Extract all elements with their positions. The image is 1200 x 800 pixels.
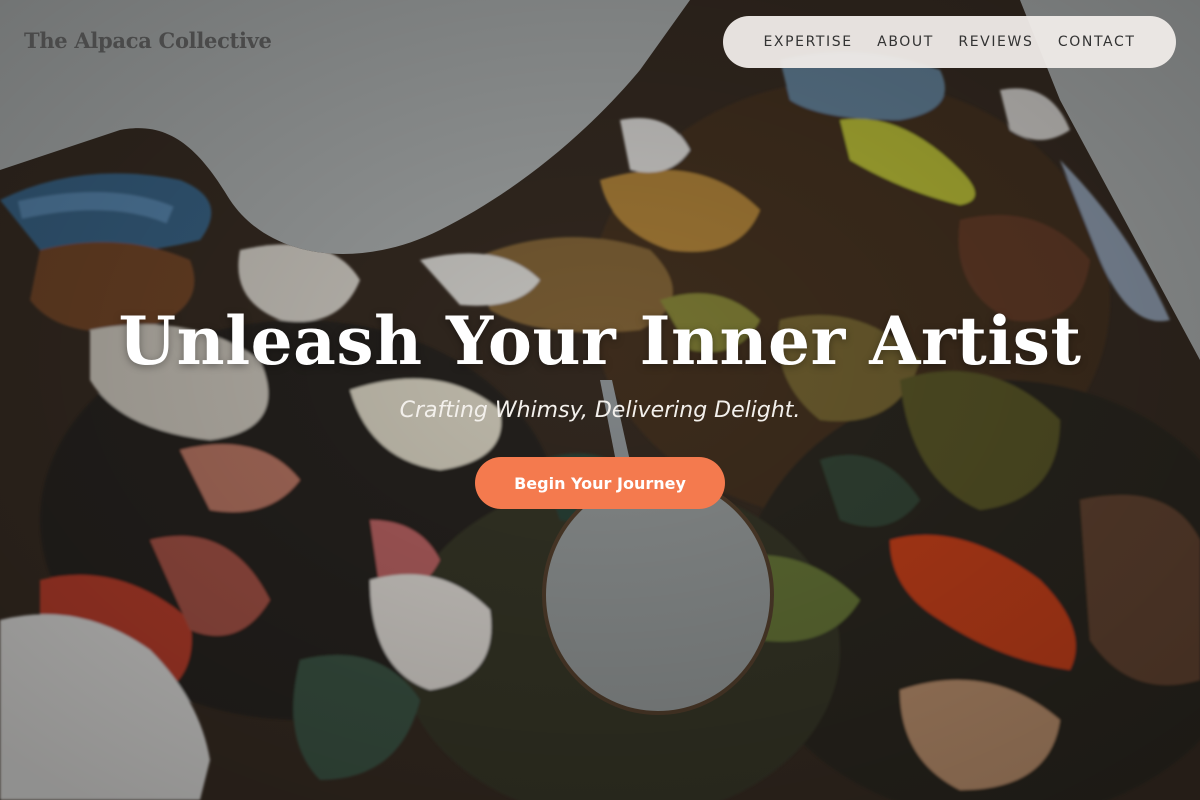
- brand-logo[interactable]: The Alpaca Collective: [24, 28, 272, 53]
- begin-journey-button[interactable]: Begin Your Journey: [475, 457, 725, 509]
- nav-item-expertise[interactable]: EXPERTISE: [763, 34, 852, 50]
- main-nav: EXPERTISE ABOUT REVIEWS CONTACT: [723, 16, 1176, 68]
- nav-item-about[interactable]: ABOUT: [877, 34, 934, 50]
- hero-tagline: Crafting Whimsy, Delivering Delight.: [399, 398, 801, 423]
- nav-item-reviews[interactable]: REVIEWS: [958, 34, 1033, 50]
- hero-headline: Unleash Your Inner Artist: [118, 302, 1082, 380]
- nav-item-contact[interactable]: CONTACT: [1058, 34, 1136, 50]
